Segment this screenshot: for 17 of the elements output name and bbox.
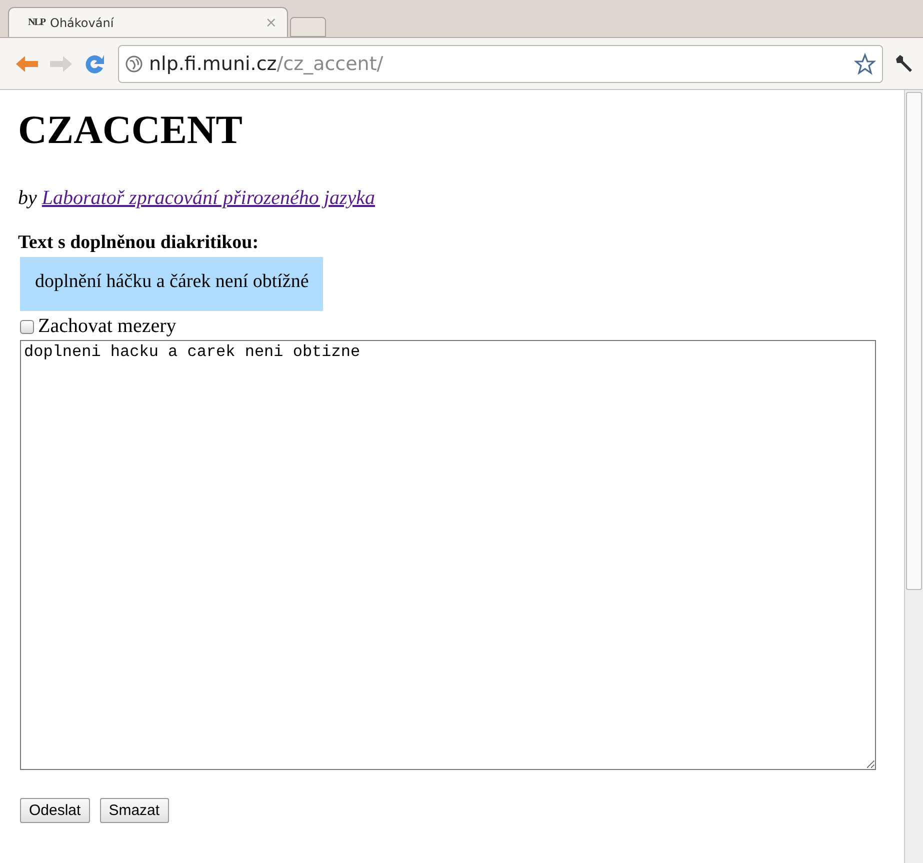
scrollbar[interactable]: [904, 90, 923, 863]
address-bar[interactable]: nlp.fi.muni.cz/cz_accent/: [118, 44, 883, 82]
form-button[interactable]: Smazat: [100, 798, 169, 823]
checkbox[interactable]: [20, 320, 34, 334]
result-text: doplnění háčku a čárek není obtížné: [20, 257, 323, 311]
globe-icon: [125, 54, 143, 72]
result-label: Text s doplněnou diakritikou:: [18, 232, 260, 254]
form-button[interactable]: Odeslat: [20, 798, 90, 823]
favicon: NLP: [27, 17, 46, 28]
page-heading: CZACCENT: [18, 106, 244, 153]
star-icon[interactable]: [854, 52, 876, 74]
browser-tab[interactable]: NLP Ohákování ×: [8, 7, 288, 37]
byline: by Laboratoř zpracování přirozeného jazyka: [18, 187, 376, 210]
new-tab-button[interactable]: [290, 17, 326, 37]
lab-link[interactable]: Laboratoř zpracování přirozeného jazyka: [42, 187, 376, 209]
input-field[interactable]: doplneni hacku a carek neni obtizne: [20, 340, 876, 770]
checkbox-label[interactable]: Zachovat mezery: [38, 315, 176, 338]
